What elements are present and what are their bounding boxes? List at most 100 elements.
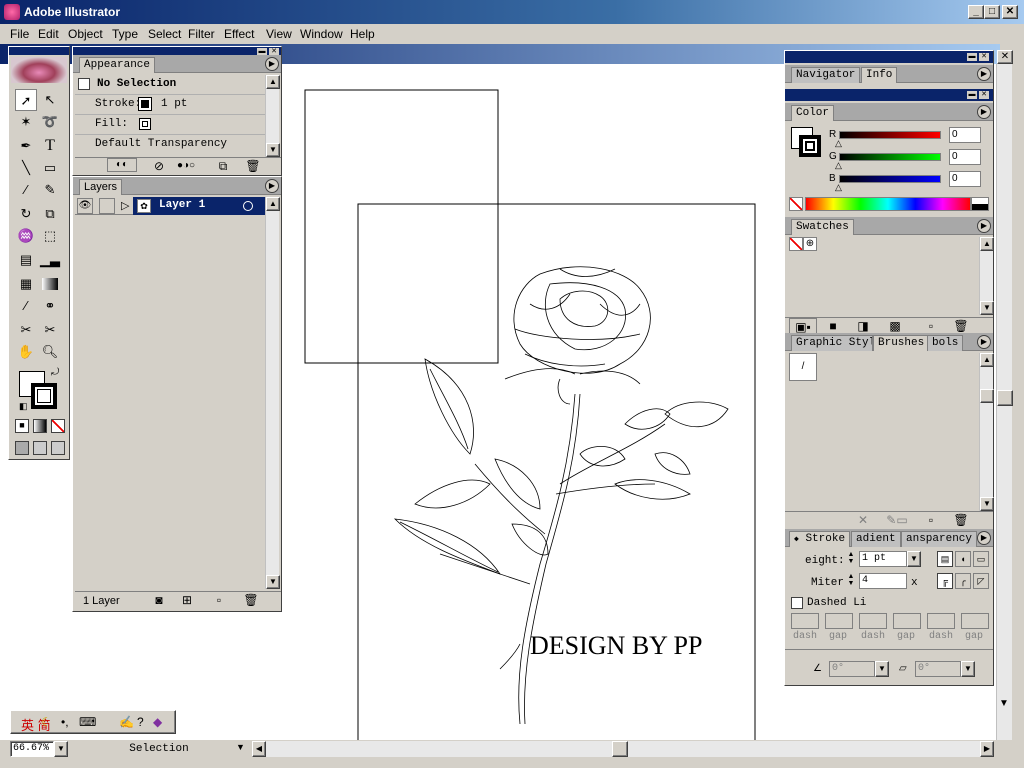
gap-field-1[interactable] <box>825 613 853 629</box>
scissors-tool-icon[interactable]: ✂ <box>39 319 61 341</box>
round-join-icon[interactable]: ╭ <box>955 573 971 589</box>
scroll-up-icon[interactable]: ▲ <box>266 75 280 89</box>
weight-input[interactable]: 1 pt <box>859 551 907 567</box>
pencil-tool-icon[interactable]: ✎ <box>39 179 61 201</box>
rectangle-tool-icon[interactable]: ▭ <box>39 157 61 179</box>
layer-row[interactable]: 👁︎ ▷ ✿ Layer 1 <box>75 197 265 215</box>
maximize-button[interactable]: □ <box>984 5 1000 19</box>
miter-stepper-icon[interactable]: ▲ ▼ <box>845 573 857 589</box>
layers-menu-icon[interactable]: ▶ <box>265 179 279 193</box>
green-input[interactable]: 0 <box>949 149 981 165</box>
tab-stroke[interactable]: ◆ Stroke <box>789 531 851 547</box>
tab-appearance[interactable]: Appearance <box>79 57 156 73</box>
tab-brushes[interactable]: Brushes <box>873 335 930 351</box>
stroke-swatch[interactable] <box>31 383 57 409</box>
menu-edit[interactable]: Edit <box>38 27 59 41</box>
panel-close-icon[interactable]: ✕ <box>979 53 989 61</box>
status-mode[interactable]: Selection <box>74 743 244 755</box>
dash-field-2[interactable] <box>859 613 887 629</box>
red-input[interactable]: 0 <box>949 127 981 143</box>
round-cap-icon[interactable]: ◖ <box>955 551 971 567</box>
blue-slider-handle-icon[interactable]: △ <box>835 182 842 193</box>
weight-dropdown-icon[interactable]: ▼ <box>907 551 921 567</box>
new-layer-icon[interactable]: ▫ <box>211 592 227 608</box>
panel-minimize-icon[interactable]: ▬ <box>967 91 977 99</box>
swatches-scrollbar[interactable]: ▲ ▼ <box>979 237 994 315</box>
menu-type[interactable]: Type <box>112 27 138 41</box>
gradient-tool-icon[interactable] <box>42 278 58 290</box>
menu-file[interactable]: File <box>10 27 29 41</box>
appearance-stroke-row[interactable]: Stroke: 1 pt <box>75 95 265 115</box>
reduce-basic-icon[interactable]: ●◑○ <box>173 158 199 174</box>
menu-effect[interactable]: Effect <box>224 27 254 41</box>
scroll-down-icon[interactable]: ▼ <box>266 143 280 157</box>
scroll-up-icon[interactable]: ▲ <box>980 237 994 251</box>
new-sublayer-icon[interactable]: ⊞ <box>179 592 195 608</box>
minimize-button[interactable]: _ <box>968 5 984 19</box>
lock-toggle-icon[interactable] <box>99 198 115 214</box>
selection-tool-icon[interactable]: ➚ <box>15 89 37 111</box>
swatches-menu-icon[interactable]: ▶ <box>977 219 991 233</box>
menu-object[interactable]: Object <box>68 27 103 41</box>
new-art-basic-icon[interactable]: ◐◐ <box>107 158 137 172</box>
show-color-swatches-icon[interactable]: ■ <box>825 318 841 334</box>
blue-input[interactable]: 0 <box>949 171 981 187</box>
zoom-tool-icon[interactable]: 🔍︎ <box>39 341 61 363</box>
delete-layer-icon[interactable]: 🗑︎ <box>243 592 259 608</box>
tab-swatches[interactable]: Swatches <box>791 219 854 235</box>
layer-target-icon[interactable] <box>243 201 253 211</box>
graph-tool-icon[interactable]: ▁▃ <box>39 249 61 271</box>
screen-mode-full-icon[interactable] <box>51 441 65 455</box>
scroll-thumb[interactable] <box>980 389 994 403</box>
color-menu-icon[interactable]: ▶ <box>977 105 991 119</box>
menu-window[interactable]: Window <box>300 27 343 41</box>
delete-brush-icon[interactable]: 🗑︎ <box>953 512 969 528</box>
tab-symbols[interactable]: bols <box>927 335 964 351</box>
free-transform-tool-icon[interactable]: ⬚ <box>39 225 61 247</box>
book-icon[interactable]: ◆ <box>153 715 162 729</box>
moon-icon[interactable]: ☾ <box>41 715 52 729</box>
hscroll-left-icon[interactable]: ◀ <box>252 741 266 757</box>
layers-scrollbar[interactable]: ▲ ▼ <box>265 197 280 589</box>
show-gradient-swatches-icon[interactable]: ◨ <box>855 318 871 334</box>
miter-input[interactable]: 4 <box>859 573 907 589</box>
dash-field-1[interactable] <box>791 613 819 629</box>
dashed-line-checkbox[interactable] <box>791 597 803 609</box>
hand-tool-icon[interactable]: ✋ <box>15 341 37 363</box>
menu-view[interactable]: View <box>266 27 292 41</box>
brush-options-icon[interactable]: ✎▭ <box>885 512 909 528</box>
symbol-sprayer-tool-icon[interactable]: ▤ <box>15 249 37 271</box>
rotate-tool-icon[interactable]: ↻ <box>15 203 37 225</box>
panel-minimize-icon[interactable]: ▬ <box>967 53 977 61</box>
direct-selection-tool-icon[interactable]: ↖ <box>39 89 61 111</box>
tab-info[interactable]: Info <box>861 67 898 83</box>
show-pattern-swatches-icon[interactable]: ▩ <box>887 318 903 334</box>
blue-slider[interactable] <box>839 175 941 183</box>
menu-help[interactable]: Help <box>350 27 375 41</box>
duplicate-item-icon[interactable]: ⧉ <box>215 158 231 174</box>
tab-color[interactable]: Color <box>791 105 835 121</box>
warp-tool-icon[interactable]: ♒ <box>15 225 37 247</box>
appearance-scrollbar[interactable]: ▲ ▼ <box>265 75 280 157</box>
menu-filter[interactable]: Filter <box>188 27 215 41</box>
blend-tool-icon[interactable]: ⚭ <box>39 295 61 317</box>
gap-field-2[interactable] <box>893 613 921 629</box>
green-slider[interactable] <box>839 153 941 161</box>
remove-brush-stroke-icon[interactable]: ✕ <box>855 512 871 528</box>
scroll-down-icon[interactable]: ▼ <box>980 301 994 315</box>
hscroll-thumb[interactable] <box>612 741 628 757</box>
scroll-down-icon[interactable]: ▼ <box>999 698 1009 709</box>
delete-item-icon[interactable]: 🗑︎ <box>245 158 261 174</box>
close-button[interactable]: ✕ <box>1002 5 1018 19</box>
tab-transparency[interactable]: ansparency <box>901 531 978 547</box>
red-slider[interactable] <box>839 131 941 139</box>
color-stroke-swatch[interactable] <box>799 135 821 157</box>
navigator-menu-icon[interactable]: ▶ <box>977 67 991 81</box>
clear-appearance-icon[interactable]: ⊘ <box>151 158 167 174</box>
appearance-fill-row[interactable]: Fill: <box>75 115 265 135</box>
brushes-scrollbar[interactable]: ▲ ▼ <box>979 353 994 511</box>
dash-field-3[interactable] <box>927 613 955 629</box>
gap-field-3[interactable] <box>961 613 989 629</box>
new-swatch-icon[interactable]: ▫ <box>923 318 939 334</box>
green-slider-handle-icon[interactable]: △ <box>835 160 842 171</box>
